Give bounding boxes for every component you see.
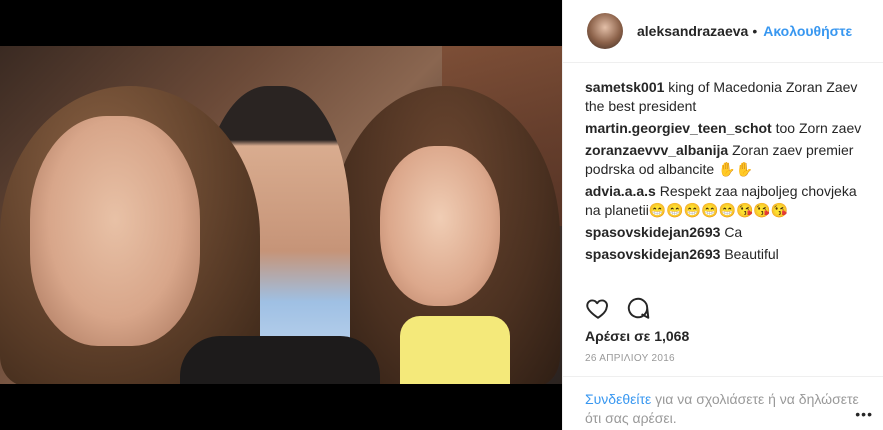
photo-person-right-face xyxy=(380,146,500,306)
comment-item: spasovskidejan2693 Beautiful xyxy=(585,245,865,264)
post-sidebar: aleksandrazaeva • Ακολουθήστε sametsk001… xyxy=(562,0,883,430)
post-photo[interactable] xyxy=(0,46,562,384)
post-date: 26 ΑΠΡΙΛΙΟΥ 2016 xyxy=(585,353,675,364)
comment-username[interactable]: spasovskidejan2693 xyxy=(585,224,720,240)
comment-text: too Zorn zaev xyxy=(775,120,862,136)
comment-text: Ca xyxy=(724,224,743,240)
comment-item: spasovskidejan2693 Ca xyxy=(585,223,865,242)
comment-item: zoranzaevvv_albanija Zoran zaev premier … xyxy=(585,141,865,179)
heart-icon[interactable] xyxy=(585,295,611,321)
photo-jacket xyxy=(180,336,380,384)
photo-person-right-top xyxy=(400,316,510,384)
username[interactable]: aleksandrazaeva xyxy=(637,23,748,39)
comment-item: sametsk001 king of Macedonia Zoran Zaev … xyxy=(585,78,865,116)
comment-item: martin.georgiev_teen_schot too Zorn zaev xyxy=(585,119,865,138)
more-options-icon[interactable]: ••• xyxy=(855,406,873,422)
comment-username[interactable]: zoranzaevvv_albanija xyxy=(585,142,728,158)
login-prompt: Συνδεθείτε για να σχολιάσετε ή να δηλώσε… xyxy=(563,376,883,428)
photo-pane xyxy=(0,0,562,430)
comment-username[interactable]: sametsk001 xyxy=(585,79,664,95)
comment-icon[interactable] xyxy=(625,295,651,321)
comment-item: advia.a.a.s Respekt zaa najboljeg chovje… xyxy=(585,182,865,220)
follow-button[interactable]: Ακολουθήστε xyxy=(763,23,852,39)
post-header: aleksandrazaeva • Ακολουθήστε xyxy=(563,0,883,63)
comment-username[interactable]: spasovskidejan2693 xyxy=(585,246,720,262)
comments-list: sametsk001 king of Macedonia Zoran Zaev … xyxy=(585,78,865,267)
login-link[interactable]: Συνδεθείτε xyxy=(585,391,651,407)
comment-text: Beautiful xyxy=(724,246,779,262)
likes-count[interactable]: Αρέσει σε 1,068 xyxy=(585,328,689,344)
avatar[interactable] xyxy=(587,13,623,49)
post-actions xyxy=(585,295,651,321)
comment-username[interactable]: martin.georgiev_teen_schot xyxy=(585,120,772,136)
separator-dot: • xyxy=(752,23,758,39)
photo-person-left-face xyxy=(30,116,200,346)
comment-username[interactable]: advia.a.a.s xyxy=(585,183,656,199)
